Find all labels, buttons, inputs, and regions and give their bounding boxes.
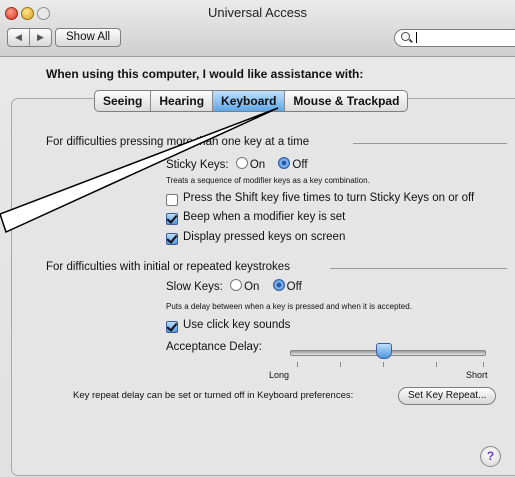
acceptance-delay-label: Acceptance Delay: bbox=[166, 341, 262, 353]
beep-modifier-label: Beep when a modifier key is set bbox=[183, 211, 346, 223]
sticky-keys-row: Sticky Keys: On Off bbox=[166, 157, 308, 171]
slider-tick bbox=[340, 362, 341, 367]
slider-thumb[interactable] bbox=[376, 343, 392, 359]
slider-tick bbox=[483, 362, 484, 367]
tab-hearing[interactable]: Hearing bbox=[150, 91, 212, 111]
shift-five-times-checkbox[interactable] bbox=[166, 194, 178, 206]
slow-keys-row: Slow Keys: On Off bbox=[166, 279, 302, 293]
section-title-slow: For difficulties with initial or repeate… bbox=[46, 261, 290, 273]
slider-tick bbox=[297, 362, 298, 367]
sticky-keys-description: Treats a sequence of modifier keys as a … bbox=[166, 176, 370, 185]
search-input[interactable] bbox=[394, 29, 515, 47]
slow-keys-label: Slow Keys: bbox=[166, 281, 223, 293]
back-arrow-icon[interactable]: ◀ bbox=[8, 29, 29, 46]
sticky-on-label: On bbox=[249, 159, 266, 171]
slow-on-radio[interactable] bbox=[230, 279, 243, 291]
section-title-sticky: For difficulties pressing more than one … bbox=[46, 136, 310, 148]
display-keys-label: Display pressed keys on screen bbox=[183, 231, 346, 243]
key-repeat-note: Key repeat delay can be set or turned of… bbox=[73, 390, 354, 401]
sticky-on-radio[interactable] bbox=[235, 157, 248, 169]
slider-tick bbox=[436, 362, 437, 367]
slow-keys-description: Puts a delay between when a key is press… bbox=[166, 302, 412, 311]
tab-keyboard[interactable]: Keyboard bbox=[212, 91, 285, 111]
set-key-repeat-button[interactable]: Set Key Repeat... bbox=[398, 387, 497, 405]
search-icon bbox=[401, 32, 410, 41]
slow-off-label: Off bbox=[286, 281, 302, 293]
section-divider bbox=[330, 268, 507, 269]
shift-five-times-label: Press the Shift key five times to turn S… bbox=[183, 192, 475, 204]
sticky-off-radio[interactable] bbox=[278, 157, 291, 169]
display-keys-checkbox[interactable] bbox=[166, 233, 178, 245]
tab-mouse-trackpad[interactable]: Mouse & Trackpad bbox=[284, 91, 407, 111]
click-sounds-checkbox[interactable] bbox=[166, 321, 178, 333]
title-bar: Universal Access ◀ ▶ Show All bbox=[0, 0, 515, 57]
help-button[interactable]: ? bbox=[480, 446, 501, 467]
tab-seeing[interactable]: Seeing bbox=[95, 91, 150, 111]
section-divider bbox=[353, 143, 507, 144]
beep-modifier-checkbox[interactable] bbox=[166, 213, 178, 225]
forward-arrow-icon[interactable]: ▶ bbox=[29, 29, 51, 46]
slow-off-radio[interactable] bbox=[272, 279, 285, 291]
sticky-keys-label: Sticky Keys: bbox=[166, 159, 229, 171]
page-heading: When using this computer, I would like a… bbox=[46, 67, 364, 81]
show-all-button[interactable]: Show All bbox=[55, 28, 122, 47]
text-cursor bbox=[416, 32, 417, 43]
history-nav: ◀ ▶ bbox=[7, 28, 52, 47]
slider-tick bbox=[383, 362, 384, 367]
window-title: Universal Access bbox=[208, 5, 307, 20]
click-sounds-label: Use click key sounds bbox=[183, 319, 291, 331]
universal-access-window: Universal Access ◀ ▶ Show All When using… bbox=[0, 0, 515, 477]
delay-max-label: Short bbox=[466, 370, 488, 380]
delay-min-label: Long bbox=[269, 370, 290, 380]
sticky-off-label: Off bbox=[292, 159, 308, 171]
slow-on-label: On bbox=[244, 281, 260, 293]
tab-bar: Seeing Hearing Keyboard Mouse & Trackpad bbox=[94, 90, 409, 112]
